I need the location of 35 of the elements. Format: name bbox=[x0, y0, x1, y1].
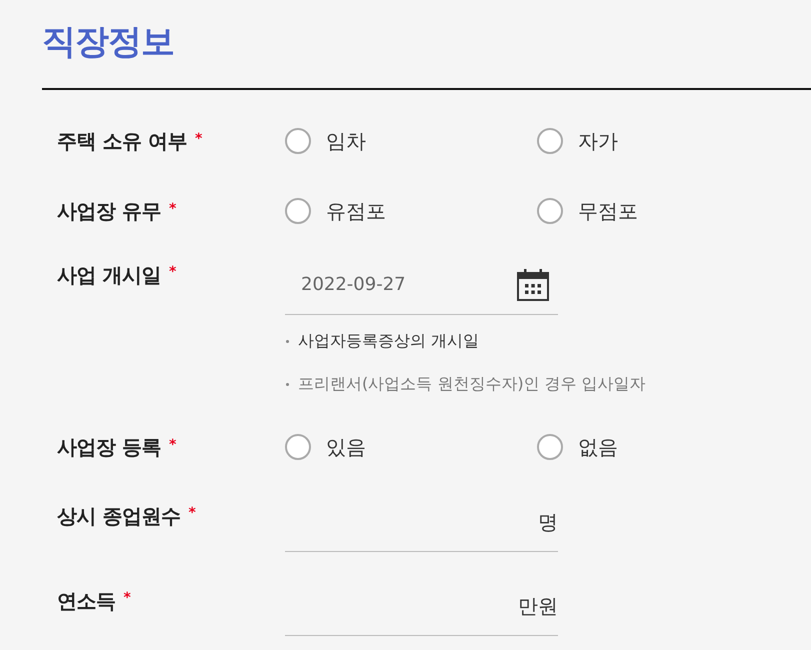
field-label: 사업 개시일 bbox=[57, 262, 161, 289]
field-label: 사업장 등록 bbox=[57, 434, 161, 461]
radio-label[interactable]: 무점포 bbox=[578, 197, 638, 225]
unit-label: 명 bbox=[538, 508, 558, 536]
note-text: 사업자등록증상의 개시일 bbox=[298, 330, 480, 352]
required-mark: * bbox=[168, 263, 176, 281]
required-mark: * bbox=[124, 589, 131, 607]
field-label: 주택 소유 여부 bbox=[57, 128, 187, 155]
field-label: 사업장 유무 bbox=[57, 198, 161, 225]
required-mark: * bbox=[194, 130, 202, 148]
radio-button[interactable] bbox=[537, 198, 563, 224]
radio-label[interactable]: 유점포 bbox=[326, 197, 386, 225]
radio-label[interactable]: 자가 bbox=[578, 127, 618, 155]
required-mark: * bbox=[168, 436, 176, 454]
required-mark: * bbox=[168, 200, 176, 218]
bullet-icon bbox=[286, 340, 289, 342]
required-mark: * bbox=[188, 504, 196, 522]
radio-button[interactable] bbox=[285, 128, 311, 154]
section-title: 직장정보 bbox=[42, 22, 174, 63]
date-field[interactable]: 2022-09-27 bbox=[285, 256, 558, 315]
radio-button[interactable] bbox=[285, 434, 311, 460]
field-label: 상시 종업원수 bbox=[57, 503, 180, 530]
input-field[interactable]: 만원 bbox=[285, 576, 558, 636]
field-label: 연소득 bbox=[57, 588, 116, 615]
input-field[interactable]: 명 bbox=[285, 492, 558, 552]
radio-button[interactable] bbox=[537, 128, 563, 154]
radio-label[interactable]: 있음 bbox=[326, 433, 366, 461]
radio-button[interactable] bbox=[537, 434, 563, 460]
note-text: 프리랜서(사업소득 원천징수자)인 경우 입사일자 bbox=[298, 373, 646, 395]
radio-button[interactable] bbox=[285, 198, 311, 224]
calendar-icon[interactable] bbox=[517, 269, 549, 301]
unit-label: 만원 bbox=[518, 592, 558, 620]
radio-label[interactable]: 없음 bbox=[578, 433, 618, 461]
bullet-icon bbox=[286, 382, 289, 386]
radio-label[interactable]: 임차 bbox=[326, 127, 366, 155]
